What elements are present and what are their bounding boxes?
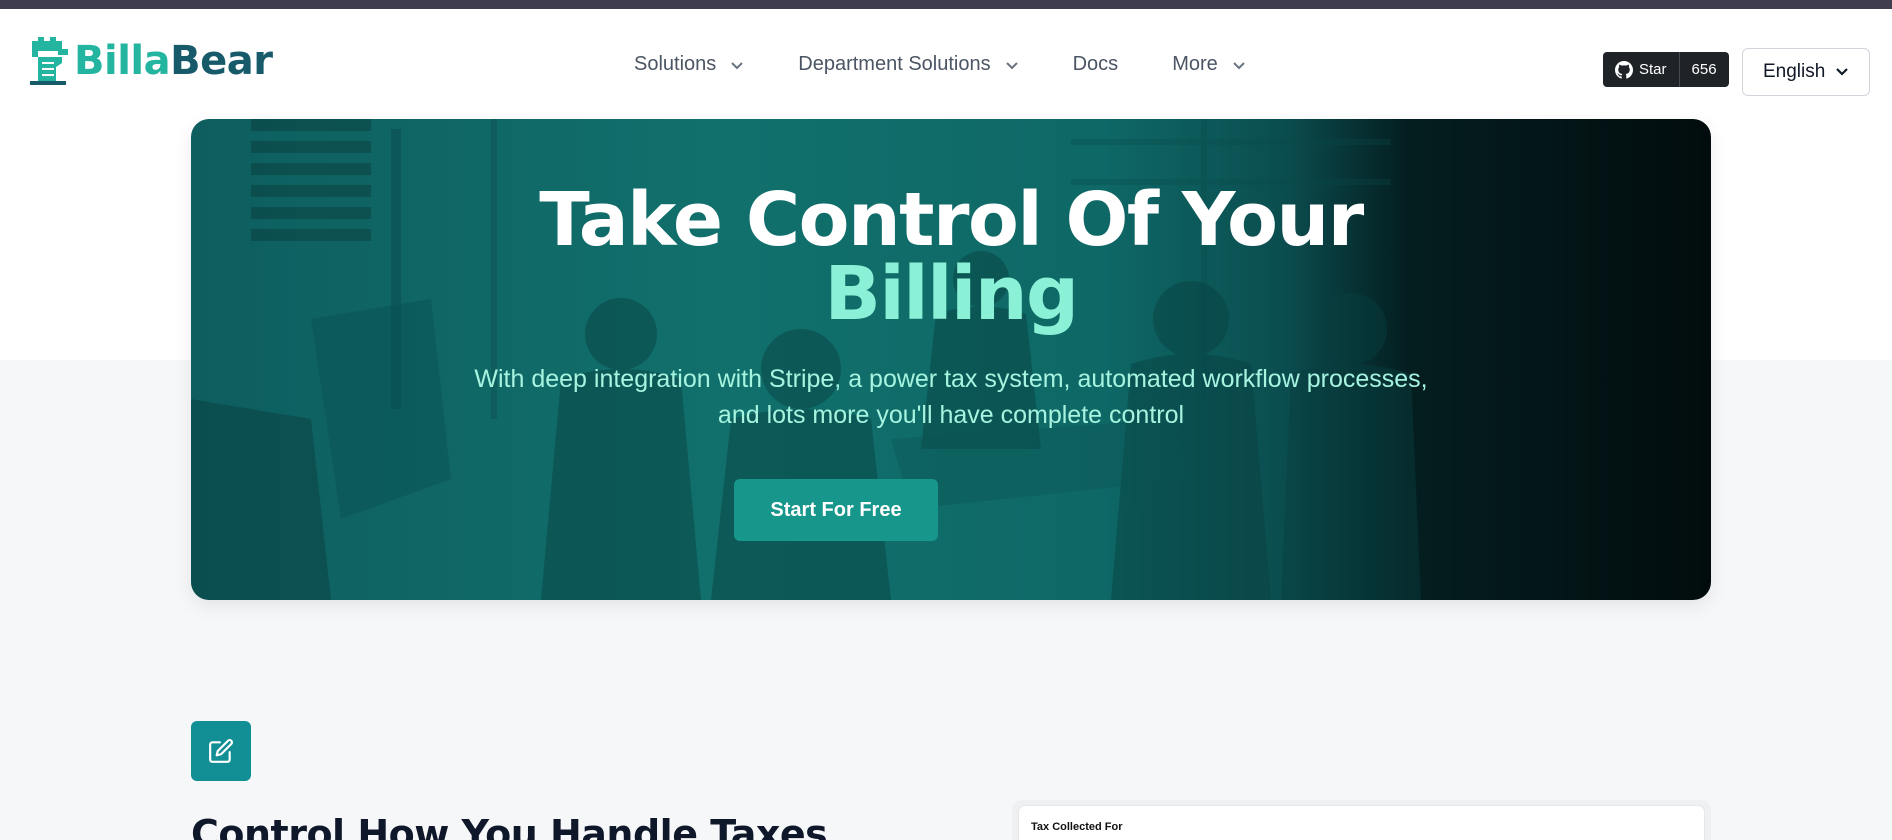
hero-title-highlight: Billing: [824, 251, 1079, 337]
start-for-free-button[interactable]: Start For Free: [734, 479, 938, 541]
hero-subtitle-line2: and lots more you'll have complete contr…: [717, 401, 1185, 429]
nav-item-docs[interactable]: Docs: [1073, 53, 1119, 76]
tax-card-title: Tax Collected For: [1031, 821, 1123, 833]
hero-title: Take Control Of Your Billing: [191, 183, 1711, 331]
hero-title-line1: Take Control Of Your: [539, 177, 1364, 263]
feature-title: Control How You Handle Taxes: [191, 812, 828, 840]
github-icon: [1615, 60, 1633, 79]
language-selected: English: [1763, 61, 1826, 82]
github-star-button[interactable]: Star: [1603, 52, 1680, 87]
nav-label: Docs: [1072, 53, 1119, 75]
brand-logo[interactable]: BillaBear: [28, 37, 273, 85]
chevron-down-icon: [1836, 68, 1848, 76]
hero-subtitle: With deep integration with Stripe, a pow…: [191, 361, 1711, 433]
nav-item-solutions[interactable]: Solutions: [634, 53, 744, 76]
feature-icon-box: [191, 721, 251, 781]
top-accent-bar: [0, 0, 1892, 9]
nav-item-more[interactable]: More: [1172, 53, 1246, 76]
nav-label: More: [1172, 53, 1218, 75]
github-star-label: Star: [1639, 61, 1667, 78]
nav-label: Solutions: [634, 53, 717, 75]
language-select[interactable]: English: [1742, 48, 1870, 96]
bear-logo-icon: [30, 37, 68, 85]
site-header: BillaBear Solutions Department Solutions…: [0, 9, 1892, 109]
main-nav: Solutions Department Solutions Docs More: [634, 53, 1246, 76]
edit-icon: [209, 739, 233, 763]
hero-subtitle-line1: With deep integration with Stripe, a pow…: [474, 365, 1428, 393]
chevron-down-icon: [1005, 61, 1018, 69]
chevron-down-icon: [1233, 61, 1245, 69]
github-star-widget[interactable]: Star 656: [1603, 52, 1729, 87]
hero-banner: Take Control Of Your Billing With deep i…: [191, 119, 1711, 600]
chevron-down-icon: [731, 61, 743, 69]
nav-label: Department Solutions: [798, 53, 991, 75]
github-star-count[interactable]: 656: [1680, 52, 1729, 87]
brand-name: BillaBear: [74, 38, 273, 84]
nav-item-department-solutions[interactable]: Department Solutions: [798, 53, 1018, 76]
